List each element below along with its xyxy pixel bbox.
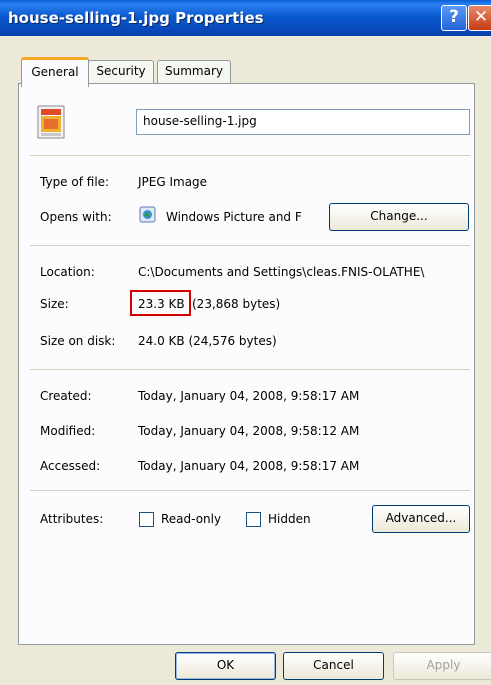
tab-summary[interactable]: Summary — [157, 60, 231, 83]
size-on-disk-value: 24.0 KB (24,576 bytes) — [138, 334, 277, 348]
close-icon: ✕ — [473, 7, 489, 27]
cancel-button[interactable]: Cancel — [283, 652, 384, 680]
ok-button[interactable]: OK — [175, 652, 276, 680]
divider — [30, 490, 470, 491]
hidden-checkbox[interactable] — [246, 512, 261, 527]
created-label: Created: — [40, 389, 92, 403]
tab-general-label: General — [31, 65, 79, 79]
location-value: C:\Documents and Settings\cleas.FNIS-OLA… — [138, 265, 425, 279]
picture-viewer-icon — [139, 206, 156, 223]
type-of-file-value: JPEG Image — [138, 175, 208, 189]
window-title: house-selling-1.jpg Properties — [8, 9, 264, 27]
general-panel — [18, 83, 475, 645]
cancel-button-label: Cancel — [313, 658, 354, 672]
size-label: Size: — [40, 297, 69, 311]
advanced-button-label: Advanced... — [385, 511, 457, 525]
accessed-value: Today, January 04, 2008, 9:58:17 AM — [138, 459, 360, 473]
modified-value: Today, January 04, 2008, 9:58:12 AM — [138, 424, 360, 438]
file-name-field[interactable]: house-selling-1.jpg — [136, 109, 470, 135]
help-icon: ? — [449, 7, 459, 27]
accessed-label: Accessed: — [40, 459, 101, 473]
opens-with-value: Windows Picture and F — [166, 210, 302, 224]
tab-security[interactable]: Security — [88, 60, 154, 83]
jpeg-file-icon — [37, 105, 65, 139]
divider — [30, 245, 470, 246]
file-name-value: house-selling-1.jpg — [143, 114, 257, 128]
modified-label: Modified: — [40, 424, 96, 438]
close-button[interactable]: ✕ — [468, 5, 491, 31]
apply-button[interactable]: Apply — [393, 652, 491, 680]
advanced-button[interactable]: Advanced... — [372, 505, 470, 533]
title-bar[interactable]: house-selling-1.jpg Properties ? ✕ — [0, 0, 491, 36]
divider — [30, 369, 470, 370]
size-value-bytes: (23,868 bytes) — [192, 297, 281, 311]
tab-summary-label: Summary — [165, 64, 223, 78]
attributes-label: Attributes: — [40, 512, 104, 526]
change-button[interactable]: Change... — [329, 203, 469, 231]
opens-with-label: Opens with: — [40, 210, 112, 224]
read-only-label[interactable]: Read-only — [161, 512, 221, 526]
tab-general[interactable]: General — [21, 57, 89, 87]
type-of-file-label: Type of file: — [40, 175, 110, 189]
change-button-label: Change... — [370, 209, 428, 223]
size-on-disk-label: Size on disk: — [40, 334, 116, 348]
read-only-checkbox[interactable] — [139, 512, 154, 527]
apply-button-label: Apply — [426, 658, 461, 672]
ok-button-label: OK — [216, 658, 235, 672]
divider — [30, 155, 470, 156]
size-value-highlighted: 23.3 KB — [138, 297, 185, 311]
location-label: Location: — [40, 265, 95, 279]
tab-security-label: Security — [96, 64, 146, 78]
hidden-label[interactable]: Hidden — [268, 512, 311, 526]
help-button[interactable]: ? — [441, 5, 467, 31]
created-value: Today, January 04, 2008, 9:58:17 AM — [138, 389, 360, 403]
properties-dialog: house-selling-1.jpg Properties ? ✕ Gener… — [0, 0, 491, 685]
